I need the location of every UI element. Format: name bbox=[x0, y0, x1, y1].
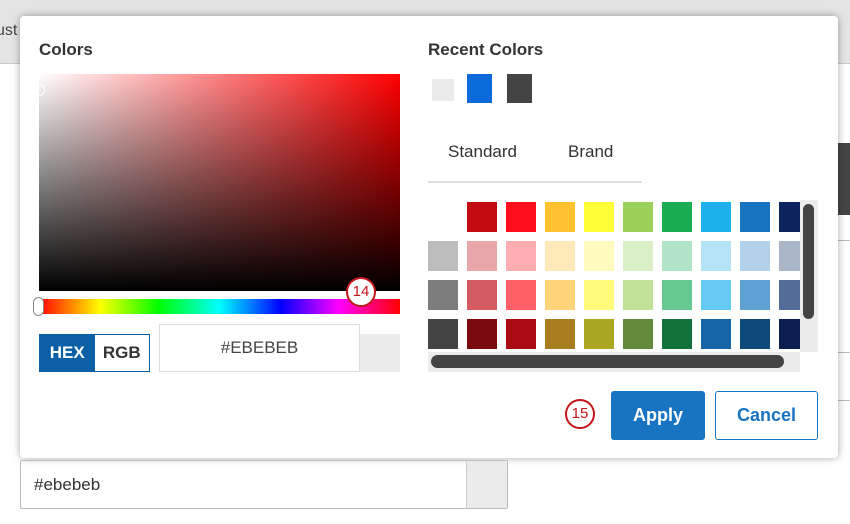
recent-color-swatch[interactable] bbox=[467, 74, 492, 103]
background-panel bbox=[838, 143, 850, 215]
color-swatch[interactable] bbox=[428, 241, 458, 271]
divider bbox=[838, 352, 850, 353]
color-swatch[interactable] bbox=[740, 280, 770, 310]
tab-standard[interactable]: Standard bbox=[448, 142, 517, 162]
color-swatch[interactable] bbox=[545, 319, 575, 349]
color-swatch[interactable] bbox=[428, 280, 458, 310]
color-field-swatch[interactable] bbox=[466, 461, 507, 508]
swatch-grid bbox=[428, 200, 818, 372]
color-swatch[interactable] bbox=[467, 202, 497, 232]
color-swatch[interactable] bbox=[740, 319, 770, 349]
background-text: ust bbox=[0, 22, 18, 39]
hex-input[interactable]: #EBEBEB bbox=[159, 324, 360, 372]
recent-color-swatch[interactable] bbox=[432, 79, 454, 101]
vertical-scrollbar[interactable] bbox=[800, 200, 818, 352]
color-swatch[interactable] bbox=[701, 241, 731, 271]
scroll-thumb[interactable] bbox=[431, 355, 784, 368]
color-swatch[interactable] bbox=[584, 202, 614, 232]
color-swatch[interactable] bbox=[545, 280, 575, 310]
saturation-value-area[interactable] bbox=[33, 74, 400, 291]
color-swatch[interactable] bbox=[506, 280, 536, 310]
rgb-toggle-button[interactable]: RGB bbox=[94, 335, 149, 371]
color-swatch[interactable] bbox=[584, 319, 614, 349]
recent-colors-title: Recent Colors bbox=[428, 40, 544, 59]
color-field[interactable]: #ebebeb bbox=[20, 460, 508, 509]
colors-title: Colors bbox=[39, 40, 93, 59]
tab-brand[interactable]: Brand bbox=[568, 142, 613, 162]
color-swatch[interactable] bbox=[662, 202, 692, 232]
color-swatch[interactable] bbox=[506, 241, 536, 271]
color-swatch[interactable] bbox=[467, 280, 497, 310]
color-swatch[interactable] bbox=[428, 202, 458, 232]
color-swatch[interactable] bbox=[623, 241, 653, 271]
color-swatch[interactable] bbox=[506, 319, 536, 349]
tab-underline bbox=[428, 181, 642, 183]
color-swatch[interactable] bbox=[584, 241, 614, 271]
apply-button[interactable]: Apply bbox=[611, 391, 705, 440]
format-toggle[interactable]: HEX RGB bbox=[39, 334, 150, 372]
color-swatch[interactable] bbox=[623, 280, 653, 310]
horizontal-scrollbar[interactable] bbox=[428, 352, 800, 372]
color-swatch[interactable] bbox=[428, 319, 458, 349]
divider bbox=[838, 240, 850, 241]
color-picker-dialog: Colors 14 HEX RGB #EBEBEB Recent Colors … bbox=[20, 16, 838, 458]
color-swatch[interactable] bbox=[662, 241, 692, 271]
color-swatch[interactable] bbox=[506, 202, 536, 232]
color-swatch[interactable] bbox=[662, 319, 692, 349]
recent-color-swatch[interactable] bbox=[507, 74, 532, 103]
sv-handle[interactable] bbox=[33, 84, 45, 96]
color-swatch[interactable] bbox=[662, 280, 692, 310]
hue-slider[interactable] bbox=[33, 297, 400, 316]
color-swatch[interactable] bbox=[623, 202, 653, 232]
hue-handle[interactable] bbox=[33, 297, 44, 316]
scroll-thumb[interactable] bbox=[803, 204, 814, 319]
color-swatch[interactable] bbox=[740, 241, 770, 271]
color-swatch[interactable] bbox=[545, 241, 575, 271]
color-swatch[interactable] bbox=[623, 319, 653, 349]
color-preview bbox=[360, 334, 400, 372]
divider bbox=[838, 400, 850, 401]
color-swatch[interactable] bbox=[740, 202, 770, 232]
color-swatch[interactable] bbox=[701, 319, 731, 349]
color-swatch[interactable] bbox=[701, 280, 731, 310]
color-swatch[interactable] bbox=[701, 202, 731, 232]
annotation-badge: 15 bbox=[565, 399, 595, 429]
color-swatch[interactable] bbox=[467, 319, 497, 349]
color-swatch[interactable] bbox=[545, 202, 575, 232]
hex-toggle-button[interactable]: HEX bbox=[40, 335, 95, 371]
color-swatch[interactable] bbox=[467, 241, 497, 271]
cancel-button[interactable]: Cancel bbox=[715, 391, 818, 440]
annotation-badge: 14 bbox=[346, 277, 376, 307]
color-swatch[interactable] bbox=[584, 280, 614, 310]
